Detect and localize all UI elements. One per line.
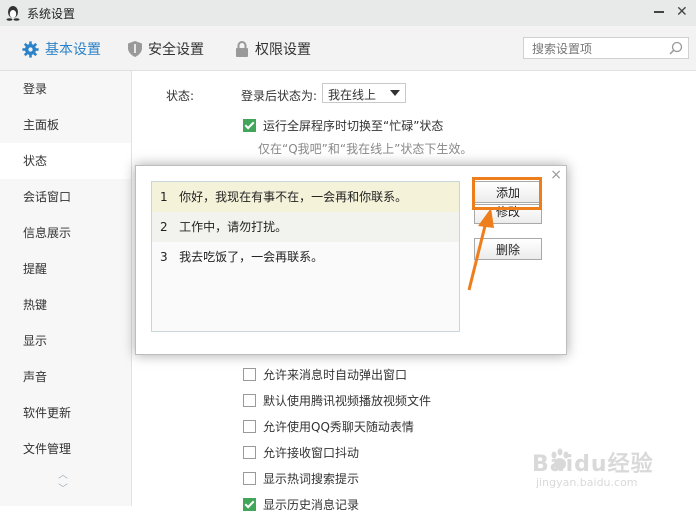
sidebar: 登录 主面板 状态 会话窗口 信息展示 提醒 热键 显示 声音 软件更新 文件管… bbox=[0, 71, 132, 506]
sidebar-item-status[interactable]: 状态 bbox=[0, 143, 131, 179]
list-item-number: 1 bbox=[160, 190, 168, 204]
sidebar-item-display[interactable]: 显示 bbox=[0, 323, 131, 359]
fullscreen-busy-checkbox[interactable] bbox=[243, 119, 256, 132]
option-checkbox[interactable] bbox=[243, 394, 256, 407]
option-label: 允许来消息时自动弹出窗口 bbox=[263, 368, 408, 382]
status-section-label: 状态: bbox=[166, 89, 195, 103]
option-checkbox[interactable] bbox=[243, 368, 256, 381]
qq-penguin-icon bbox=[6, 6, 20, 21]
tab-permission-settings-label: 权限设置 bbox=[255, 42, 311, 58]
annotation-arrow-icon bbox=[467, 208, 494, 291]
sidebar-item-file-management[interactable]: 文件管理 bbox=[0, 431, 131, 467]
list-item-text: 我去吃饭了，一会再联系。 bbox=[179, 250, 324, 264]
list-item[interactable]: 3 我去吃饭了，一会再联系。 bbox=[152, 242, 459, 272]
shield-icon bbox=[128, 41, 142, 57]
sidebar-item-info-display[interactable]: 信息展示 bbox=[0, 215, 131, 251]
tab-permission-settings[interactable]: 权限设置 bbox=[235, 39, 311, 59]
chevron-up-icon[interactable]: ︿ bbox=[58, 469, 68, 483]
baidu-jingyan-watermark: Baidu经验 jingyan.baidu.com bbox=[532, 432, 672, 492]
option-label: 允许使用QQ秀聊天随动表情 bbox=[263, 420, 414, 434]
tab-security-settings[interactable]: 安全设置 bbox=[128, 39, 204, 59]
watermark-url: jingyan.baidu.com bbox=[536, 476, 638, 489]
top-nav: 基本设置 安全设置 权限设置 bbox=[0, 26, 696, 71]
option-label: 显示热词搜索提示 bbox=[263, 472, 360, 486]
sidebar-item-hotkey[interactable]: 热键 bbox=[0, 287, 131, 323]
auto-reply-list: 1 你好，我现在有事不在，一会再和你联系。 2 工作中，请勿打扰。 3 我去吃饭… bbox=[151, 181, 460, 332]
lock-icon bbox=[236, 41, 248, 57]
watermark-brand: Baidu经验 bbox=[532, 452, 654, 477]
close-icon[interactable]: ✕ bbox=[676, 4, 688, 20]
list-item-number: 3 bbox=[160, 250, 168, 264]
login-status-label: 登录后状态为: bbox=[241, 89, 318, 103]
option-label: 显示历史消息记录 bbox=[263, 498, 360, 512]
list-item-text: 你好，我现在有事不在，一会再和你联系。 bbox=[179, 190, 408, 204]
login-status-value: 我在线上 bbox=[328, 88, 377, 102]
option-label: 允许接收窗口抖动 bbox=[263, 446, 360, 460]
sidebar-item-login[interactable]: 登录 bbox=[0, 71, 131, 107]
sidebar-scroll-arrows[interactable]: ︿ ﹀ bbox=[58, 469, 68, 497]
option-checkbox[interactable] bbox=[243, 472, 256, 485]
chevron-down-icon bbox=[390, 90, 400, 96]
sidebar-item-chat-window[interactable]: 会话窗口 bbox=[0, 179, 131, 215]
option-checkbox[interactable] bbox=[243, 446, 256, 459]
sidebar-item-software-update[interactable]: 软件更新 bbox=[0, 395, 131, 431]
gear-icon bbox=[22, 40, 39, 58]
close-icon[interactable]: × bbox=[550, 167, 562, 183]
auto-reply-dialog: × 1 你好，我现在有事不在，一会再和你联系。 2 工作中，请勿打扰。 3 我去… bbox=[135, 165, 567, 355]
chevron-down-icon[interactable]: ﹀ bbox=[58, 483, 68, 497]
list-item-number: 2 bbox=[160, 220, 168, 234]
option-checkbox[interactable] bbox=[243, 498, 256, 511]
fullscreen-busy-label: 运行全屏程序时切换至“忙碌”状态 bbox=[263, 119, 444, 133]
option-checkbox[interactable] bbox=[243, 420, 256, 433]
title-bar: 系统设置 ✕ bbox=[0, 0, 696, 26]
login-status-select[interactable]: 我在线上 bbox=[322, 83, 406, 103]
search-input[interactable] bbox=[530, 39, 664, 59]
sidebar-item-sound[interactable]: 声音 bbox=[0, 359, 131, 395]
tab-basic-settings[interactable]: 基本设置 bbox=[22, 39, 101, 59]
search-icon[interactable] bbox=[669, 41, 683, 55]
list-item[interactable]: 2 工作中，请勿打扰。 bbox=[152, 212, 459, 242]
sidebar-item-reminder[interactable]: 提醒 bbox=[0, 251, 131, 287]
tab-security-settings-label: 安全设置 bbox=[148, 42, 204, 58]
window-title: 系统设置 bbox=[27, 7, 76, 21]
tab-basic-settings-label: 基本设置 bbox=[45, 42, 101, 58]
search-box[interactable] bbox=[523, 37, 689, 59]
list-item-text: 工作中，请勿打扰。 bbox=[179, 220, 288, 234]
minimize-icon[interactable] bbox=[654, 11, 664, 13]
list-item[interactable]: 1 你好，我现在有事不在，一会再和你联系。 bbox=[152, 182, 459, 212]
option-label: 默认使用腾讯视频播放视频文件 bbox=[263, 394, 432, 408]
sidebar-item-main-panel[interactable]: 主面板 bbox=[0, 107, 131, 143]
status-hint: 仅在“Q我吧”和“我在线上”状态下生效。 bbox=[258, 142, 473, 156]
